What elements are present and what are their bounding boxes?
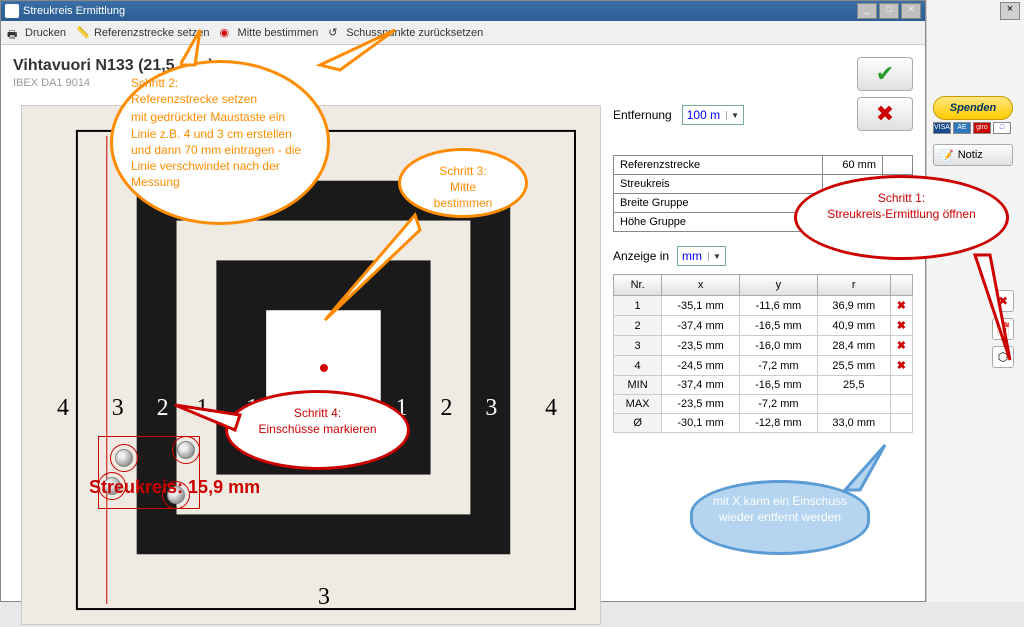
titlebar: Streukreis Ermittlung _ □ × <box>1 1 925 21</box>
chevron-down-icon: ▼ <box>726 111 739 120</box>
center-button[interactable]: ◉ Mitte bestimmen <box>220 26 319 40</box>
printer-icon: 🖶 <box>7 26 21 40</box>
svg-text:4: 4 <box>57 395 69 421</box>
svg-text:3: 3 <box>485 395 497 421</box>
table-row: MIN-37,4 mm-16,5 mm25,5 <box>614 376 913 395</box>
callout-delete-hint: mit X kann ein Einschuss wieder entfernt… <box>690 480 870 555</box>
svg-text:2: 2 <box>441 395 453 421</box>
unit-select[interactable]: mm ▼ <box>677 246 726 266</box>
reset-button[interactable]: ↺ Schusspunkte zurücksetzen <box>328 26 483 40</box>
window-title: Streukreis Ermittlung <box>23 5 125 17</box>
side-panel: × Spenden VISA AE giro □ 📝 Notiz ✖ 📅 ⬡ <box>926 0 1024 602</box>
svg-text:1: 1 <box>196 395 208 421</box>
side-delete-button[interactable]: ✖ <box>992 290 1014 312</box>
stat-label: Höhe Gruppe <box>614 213 823 232</box>
maximize-button[interactable]: □ <box>879 3 899 19</box>
streukreis-label: Streukreis: 15,9 mm <box>89 477 260 498</box>
unit-label: Anzeige in <box>613 249 669 263</box>
col-header[interactable]: x <box>662 275 740 296</box>
target-icon: ◉ <box>220 26 234 40</box>
callout-step3: Schritt 3: Mitte bestimmen <box>398 148 528 218</box>
stat-label: Referenzstrecke <box>614 156 823 175</box>
ref-button[interactable]: 📏 Referenzstrecke setzen <box>76 26 210 40</box>
distance-select[interactable]: 100 m ▼ <box>682 105 744 125</box>
side-calendar-button[interactable]: 📅 <box>992 318 1014 340</box>
side-target-button[interactable]: ⬡ <box>992 346 1014 368</box>
ok-button[interactable]: ✔ <box>857 57 913 91</box>
shots-table: Nr. x y r 1-35,1 mm-11,6 mm36,9 mm✖ 2-37… <box>613 274 913 433</box>
callout-step2: Schritt 2: Referenzstrecke setzen mit ge… <box>110 60 330 225</box>
table-row: 4-24,5 mm-7,2 mm25,5 mm✖ <box>614 356 913 376</box>
delete-shot-button[interactable]: ✖ <box>890 316 912 336</box>
stat-label: Breite Gruppe <box>614 194 823 213</box>
group-box <box>98 436 200 509</box>
delete-shot-button[interactable]: ✖ <box>890 336 912 356</box>
page-title: Vihtavuori N133 (21,5 rain) <box>13 57 913 75</box>
svg-text:3: 3 <box>318 584 330 610</box>
chevron-down-icon: ▼ <box>708 252 721 261</box>
close-button[interactable]: × <box>901 3 921 19</box>
table-row: 3-23,5 mm-16,0 mm28,4 mm✖ <box>614 336 913 356</box>
callout-step4: Schritt 4: Einschüsse markieren <box>225 390 410 470</box>
print-button[interactable]: 🖶 Drucken <box>7 26 66 40</box>
col-header[interactable]: r <box>817 275 890 296</box>
table-row: 1-35,1 mm-11,6 mm36,9 mm✖ <box>614 296 913 316</box>
table-row: 2-37,4 mm-16,5 mm40,9 mm✖ <box>614 316 913 336</box>
ruler-icon: 📏 <box>76 26 90 40</box>
toolbar: 🖶 Drucken 📏 Referenzstrecke setzen ◉ Mit… <box>1 21 925 45</box>
svg-text:2: 2 <box>157 395 169 421</box>
svg-text:3: 3 <box>112 395 124 421</box>
delete-shot-button[interactable]: ✖ <box>890 296 912 316</box>
bg-close-button[interactable]: × <box>1000 2 1020 20</box>
note-icon: 📝 <box>940 149 954 162</box>
right-panel: Entfernung 100 m ▼ Referenzstrecke60 mm … <box>613 105 913 433</box>
table-row: MAX-23,5 mm-7,2 mm <box>614 395 913 414</box>
stat-value: 60 mm <box>823 156 883 175</box>
callout-step1: Schritt 1: Streukreis-Ermittlung öffnen <box>794 175 1009 260</box>
table-row: Ø-30,1 mm-12,8 mm33,0 mm <box>614 414 913 433</box>
delete-shot-button[interactable]: ✖ <box>890 356 912 376</box>
notiz-button[interactable]: 📝 Notiz <box>933 144 1013 166</box>
distance-label: Entfernung <box>613 108 672 122</box>
stat-label: Streukreis <box>614 175 823 194</box>
col-header[interactable]: Nr. <box>614 275 662 296</box>
reset-icon: ↺ <box>328 26 342 40</box>
payment-icons: VISA AE giro □ <box>933 122 1018 134</box>
app-icon <box>5 4 19 18</box>
minimize-button[interactable]: _ <box>857 3 877 19</box>
svg-text:4: 4 <box>545 395 557 421</box>
col-header[interactable]: y <box>739 275 817 296</box>
donate-button[interactable]: Spenden <box>933 96 1013 120</box>
